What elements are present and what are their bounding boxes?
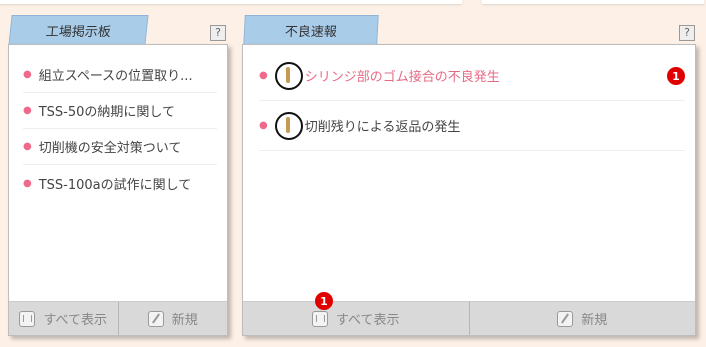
new-button[interactable]: 新規	[468, 302, 696, 335]
new-label: 新規	[171, 313, 198, 328]
book-icon	[311, 310, 328, 327]
avatar	[274, 111, 303, 140]
pencil-icon	[147, 310, 164, 327]
list-item[interactable]: ● シリンジ部のゴム接合の不良発生 1	[259, 51, 685, 101]
new-label: 新規	[581, 313, 608, 328]
bullet-icon: ●	[23, 69, 32, 80]
bullet-icon: ●	[23, 177, 32, 189]
item-label: TSS-50の納期に関して	[38, 105, 176, 120]
new-button[interactable]: 新規	[117, 302, 228, 335]
show-all-button[interactable]: 1 すべて表示	[243, 292, 469, 335]
bullet-icon: ●	[259, 120, 268, 131]
list-item[interactable]: ● 切削機の安全対策ついて	[23, 129, 217, 165]
item-label[interactable]: シリンジ部のゴム接合の不良発生	[305, 66, 500, 85]
board-list: ● 組立スペースの位置取り... ● TSS-50の納期に関して ● 切削機の安全対策…	[9, 57, 227, 201]
bullet-icon: ●	[23, 141, 32, 152]
unread-badge: 1	[667, 67, 685, 85]
defect-footer: 1 すべて表示 新規	[243, 292, 696, 335]
avatar	[274, 61, 303, 90]
bullet-icon: ●	[259, 70, 268, 81]
top-strip-right	[482, 0, 704, 4]
factory-board-panel: ● 組立スペースの位置取り... ● TSS-50の納期に関して ● 切削機の安全対策…	[8, 44, 228, 336]
defect-report-panel: ● シリンジ部のゴム接合の不良発生 1 ● 切削残りによる返品の発生 1 すべて…	[242, 44, 696, 336]
item-label: TSS-100aの試作に関して	[38, 177, 192, 193]
top-strip-left	[0, 0, 462, 4]
help-icon[interactable]: ?	[210, 25, 226, 41]
tab-defect-report[interactable]: 不良速報	[243, 15, 379, 45]
bullet-icon: ●	[23, 105, 32, 116]
book-icon	[19, 310, 36, 327]
board-footer: すべて表示 新規	[9, 301, 227, 335]
item-label[interactable]: 切削残りによる返品の発生	[305, 116, 461, 135]
show-all-badge: 1	[315, 292, 333, 310]
list-item[interactable]: ● TSS-50の納期に関して	[23, 93, 217, 129]
show-all-button[interactable]: すべて表示	[9, 302, 118, 335]
show-all-label: すべて表示	[43, 313, 108, 328]
tab-label: 不良速報	[284, 25, 338, 40]
item-label: 組立スペースの位置取り...	[38, 69, 193, 84]
tab-factory-board[interactable]: 工場掲示板	[8, 15, 148, 45]
defect-list: ● シリンジ部のゴム接合の不良発生 1 ● 切削残りによる返品の発生	[243, 51, 695, 151]
list-item[interactable]: ● TSS-100aの試作に関して	[23, 165, 217, 201]
show-all-label: すべて表示	[335, 313, 400, 328]
list-item[interactable]: ● 組立スペースの位置取り...	[23, 57, 217, 93]
pencil-icon	[557, 310, 574, 327]
tab-label: 工場掲示板	[44, 25, 112, 40]
item-label: 切削機の安全対策ついて	[38, 141, 182, 156]
list-item[interactable]: ● 切削残りによる返品の発生	[259, 101, 685, 151]
help-icon[interactable]: ?	[679, 25, 695, 41]
